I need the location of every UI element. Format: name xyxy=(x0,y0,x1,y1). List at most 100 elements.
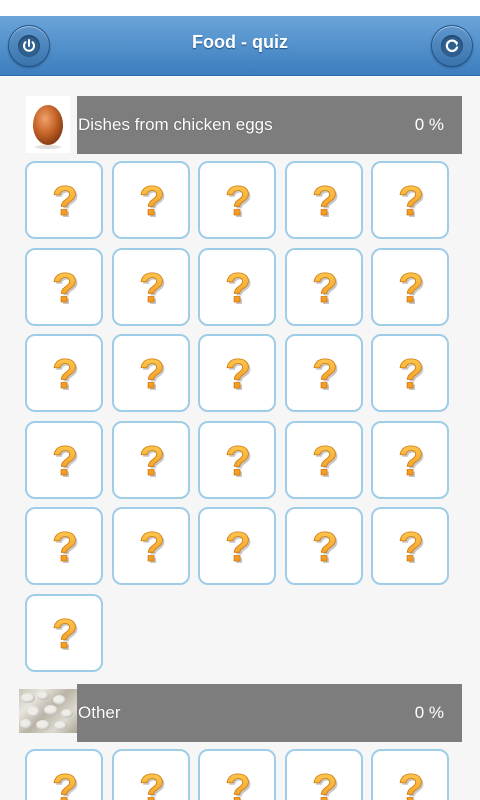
question-tile[interactable]: ?? xyxy=(284,507,363,585)
category-header-other[interactable]: Other 0 % xyxy=(77,684,462,742)
question-mark-icon: ?? xyxy=(138,353,166,395)
question-mark-icon: ?? xyxy=(138,180,166,222)
svg-text:?: ? xyxy=(52,180,78,222)
svg-text:?: ? xyxy=(225,526,251,568)
question-mark-icon: ?? xyxy=(311,353,339,395)
svg-text:?: ? xyxy=(52,768,78,800)
question-mark-icon: ?? xyxy=(52,180,80,222)
svg-text:?: ? xyxy=(312,267,338,309)
question-tile[interactable]: ?? xyxy=(25,749,103,800)
question-mark-icon: ?? xyxy=(398,440,426,482)
question-tile[interactable]: ?? xyxy=(25,334,103,412)
question-mark-icon: ?? xyxy=(52,353,80,395)
svg-text:?: ? xyxy=(52,353,78,395)
question-tile[interactable]: ?? xyxy=(371,161,449,239)
question-mark-icon: ?? xyxy=(398,267,426,309)
svg-text:?: ? xyxy=(312,526,338,568)
question-mark-icon: ?? xyxy=(398,353,426,395)
svg-text:?: ? xyxy=(312,768,338,800)
question-mark-icon: ?? xyxy=(138,768,166,800)
svg-text:?: ? xyxy=(139,440,165,482)
question-tile[interactable]: ?? xyxy=(371,247,449,326)
question-tile[interactable]: ?? xyxy=(284,334,363,412)
refresh-button[interactable] xyxy=(431,25,473,67)
svg-text:?: ? xyxy=(312,353,338,395)
question-mark-icon: ?? xyxy=(311,768,339,800)
category-header-eggs[interactable]: Dishes from chicken eggs 0 % xyxy=(77,96,462,154)
question-mark-icon: ?? xyxy=(138,440,166,482)
question-mark-icon: ?? xyxy=(225,440,253,482)
question-tile[interactable]: ?? xyxy=(25,507,103,585)
question-tile[interactable]: ?? xyxy=(198,420,276,499)
svg-text:?: ? xyxy=(225,768,251,800)
question-tile[interactable]: ?? xyxy=(25,593,103,672)
egg-thumbnail xyxy=(26,96,70,153)
question-mark-icon: ?? xyxy=(225,768,253,800)
svg-text:?: ? xyxy=(52,267,78,309)
question-tile[interactable]: ?? xyxy=(25,420,103,499)
question-mark-icon: ?? xyxy=(398,180,426,222)
svg-text:?: ? xyxy=(139,526,165,568)
question-mark-icon: ?? xyxy=(311,180,339,222)
question-tile[interactable]: ?? xyxy=(25,247,103,326)
question-tile[interactable]: ?? xyxy=(198,161,276,239)
question-mark-icon: ?? xyxy=(138,267,166,309)
question-mark-icon: ?? xyxy=(225,267,253,309)
question-tile[interactable]: ?? xyxy=(371,507,449,585)
question-mark-icon: ?? xyxy=(225,180,253,222)
svg-text:?: ? xyxy=(139,768,165,800)
question-mark-icon: ?? xyxy=(52,613,80,655)
question-tile[interactable]: ?? xyxy=(111,247,190,326)
question-tile[interactable]: ?? xyxy=(371,334,449,412)
svg-text:?: ? xyxy=(398,526,424,568)
app-header: Food - quiz xyxy=(0,16,480,76)
question-mark-icon: ?? xyxy=(225,526,253,568)
question-tile[interactable]: ?? xyxy=(198,507,276,585)
question-tile[interactable]: ?? xyxy=(25,161,103,239)
svg-text:?: ? xyxy=(52,613,78,655)
question-tile[interactable]: ?? xyxy=(198,334,276,412)
question-tile[interactable]: ?? xyxy=(284,247,363,326)
question-tile[interactable]: ?? xyxy=(111,507,190,585)
svg-text:?: ? xyxy=(225,180,251,222)
svg-text:?: ? xyxy=(398,353,424,395)
svg-text:?: ? xyxy=(139,267,165,309)
question-mark-icon: ?? xyxy=(398,768,426,800)
category-progress: 0 % xyxy=(414,703,444,722)
svg-text:?: ? xyxy=(398,267,424,309)
question-tile[interactable]: ?? xyxy=(284,420,363,499)
category-progress: 0 % xyxy=(414,115,444,134)
question-tile[interactable]: ?? xyxy=(198,749,276,800)
question-tile[interactable]: ?? xyxy=(111,161,190,239)
status-bar xyxy=(0,0,480,16)
question-mark-icon: ?? xyxy=(311,526,339,568)
svg-text:?: ? xyxy=(225,440,251,482)
svg-text:?: ? xyxy=(312,440,338,482)
question-tile[interactable]: ?? xyxy=(111,420,190,499)
svg-text:?: ? xyxy=(398,180,424,222)
svg-text:?: ? xyxy=(52,526,78,568)
svg-text:?: ? xyxy=(139,180,165,222)
question-mark-icon: ?? xyxy=(52,440,80,482)
question-tile[interactable]: ?? xyxy=(371,749,449,800)
quiz-category-list: Dishes from chicken eggs 0 % ???????????… xyxy=(0,77,480,800)
pebbles-thumbnail xyxy=(19,689,77,733)
category-title: Dishes from chicken eggs xyxy=(78,115,273,134)
svg-text:?: ? xyxy=(225,267,251,309)
question-tile[interactable]: ?? xyxy=(111,749,190,800)
page-title: Food - quiz xyxy=(192,32,288,52)
question-mark-icon: ?? xyxy=(52,526,80,568)
refresh-symbol xyxy=(445,39,459,53)
question-tile[interactable]: ?? xyxy=(284,749,363,800)
svg-text:?: ? xyxy=(52,440,78,482)
question-mark-icon: ?? xyxy=(52,768,80,800)
svg-text:?: ? xyxy=(398,440,424,482)
question-tile[interactable]: ?? xyxy=(371,420,449,499)
question-tile[interactable]: ?? xyxy=(198,247,276,326)
question-mark-icon: ?? xyxy=(225,353,253,395)
question-tile[interactable]: ?? xyxy=(284,161,363,239)
question-mark-icon: ?? xyxy=(311,440,339,482)
category-title: Other xyxy=(78,703,121,722)
question-mark-icon: ?? xyxy=(398,526,426,568)
question-tile[interactable]: ?? xyxy=(111,334,190,412)
